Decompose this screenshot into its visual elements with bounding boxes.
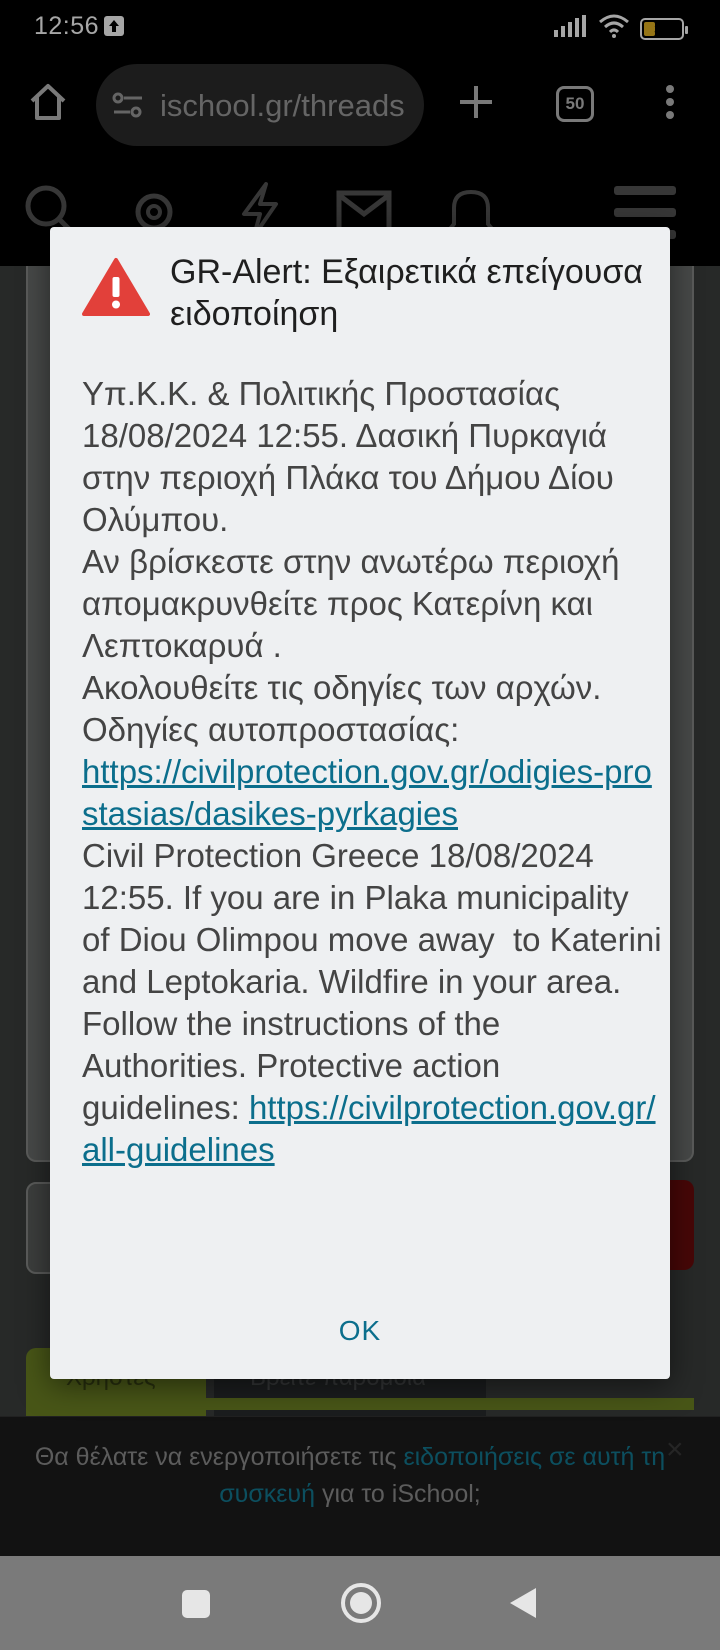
system-nav-bar	[0, 1556, 720, 1650]
home-nav-icon[interactable]	[340, 1582, 382, 1629]
alert-body-greek: Υπ.Κ.Κ. & Πολιτικής Προστασίας 18/08/202…	[82, 375, 620, 748]
alert-message: Υπ.Κ.Κ. & Πολιτικής Προστασίας 18/08/202…	[82, 373, 662, 1171]
alert-link-greek[interactable]: https://civilprotection.gov.gr/odigies-p…	[82, 753, 652, 832]
ok-button[interactable]: OK	[310, 1307, 410, 1355]
alert-body-english: Civil Protection Greece 18/08/2024 12:55…	[82, 837, 671, 1126]
emergency-alert-dialog: GR-Alert: Εξαιρετικά επείγουσα ειδοποίησ…	[50, 227, 670, 1379]
warning-icon	[82, 257, 150, 317]
back-icon[interactable]	[508, 1586, 538, 1625]
recents-icon[interactable]	[182, 1590, 210, 1623]
alert-title: GR-Alert: Εξαιρετικά επείγουσα ειδοποίησ…	[170, 253, 643, 333]
